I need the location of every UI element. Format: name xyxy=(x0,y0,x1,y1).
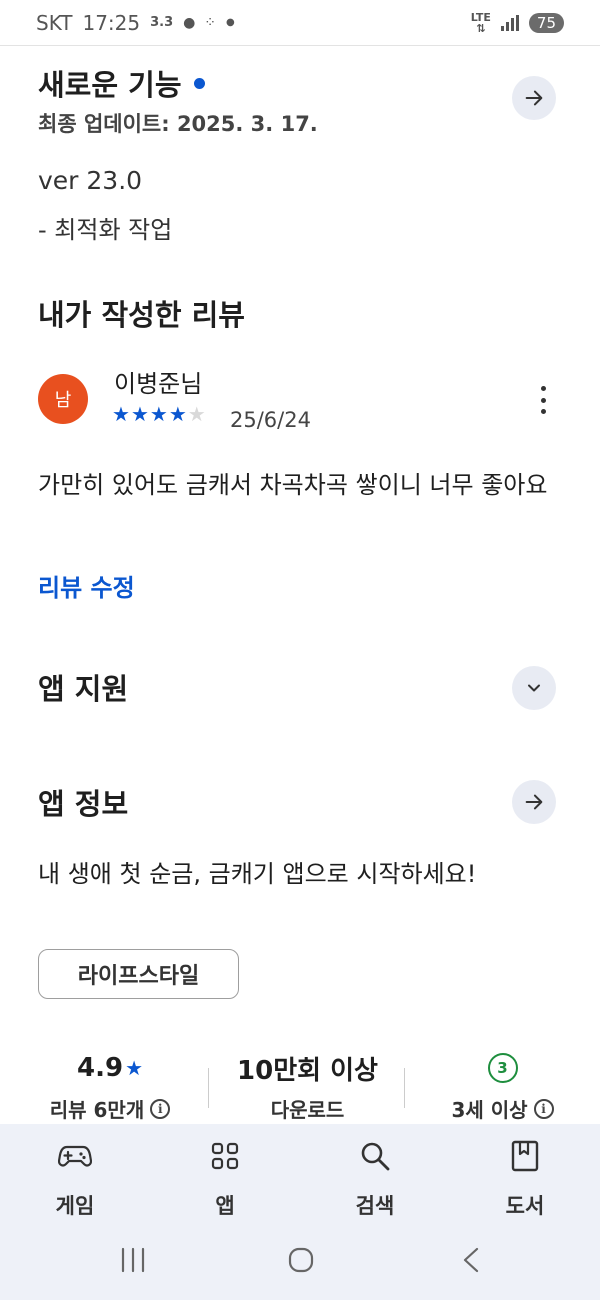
version-note-text: - 최적화 작업 xyxy=(38,216,173,244)
nav-label-apps: 앱 xyxy=(215,1194,235,1218)
carrier-text: SKT xyxy=(36,10,73,35)
nav-label-search: 검색 xyxy=(355,1194,395,1218)
system-nav-bar xyxy=(0,1232,600,1292)
star-filled-icon: ★ xyxy=(168,402,188,426)
nav-item-books[interactable]: 도서 xyxy=(470,1138,580,1220)
nav-item-games[interactable]: 게임 xyxy=(20,1138,130,1220)
category-chip[interactable]: 라이프스타일 xyxy=(38,949,239,999)
signal-icon xyxy=(500,14,519,31)
status-extra-text: 3.3 xyxy=(150,15,174,30)
star-filled-icon: ★ xyxy=(112,402,131,426)
whats-new-arrow-button[interactable] xyxy=(512,76,556,120)
downloads-value: 10만회 이상 xyxy=(237,1055,378,1086)
book-icon xyxy=(511,1140,539,1172)
review-date: 25/6/24 xyxy=(230,408,311,432)
nav-label-books: 도서 xyxy=(505,1194,545,1218)
status-left: SKT 17:25 3.3 ● ⁘ ● xyxy=(36,11,235,35)
clock-text: 17:25 xyxy=(82,10,141,35)
search-icon xyxy=(361,1142,390,1171)
star-filled-icon: ★ xyxy=(149,402,169,426)
recent-apps-icon xyxy=(121,1247,145,1273)
back-icon xyxy=(463,1247,479,1273)
reviewer-name: 이병준님 xyxy=(114,370,203,398)
age-badge-icon: 3 xyxy=(487,1053,518,1083)
info-icon[interactable]: i xyxy=(150,1098,171,1119)
age-rating-stat[interactable]: 3 3세 이상 i xyxy=(420,1050,585,1123)
back-button[interactable] xyxy=(458,1246,484,1278)
home-icon xyxy=(288,1247,314,1273)
gamepad-icon xyxy=(58,1145,92,1167)
bottom-nav: 게임 앱 검색 도서 xyxy=(0,1124,600,1300)
rating-stat[interactable]: 4.9 ★ 리뷰 6만개 i xyxy=(30,1050,190,1123)
stat-divider xyxy=(208,1068,209,1108)
notification-dot-icon: ● xyxy=(226,17,235,28)
nav-label-games: 게임 xyxy=(55,1194,95,1218)
whats-new-title: 새로운 기능 xyxy=(38,62,205,104)
rating-label: 리뷰 6만개 xyxy=(49,1098,145,1122)
my-review-title: 내가 작성한 리뷰 xyxy=(38,298,245,332)
app-support-title: 앱 지원 xyxy=(38,672,129,706)
home-button[interactable] xyxy=(287,1246,315,1278)
version-text: ver 23.0 xyxy=(38,166,143,195)
notification-icons: ● ⁘ xyxy=(183,14,217,31)
age-label: 3세 이상 xyxy=(451,1098,528,1122)
star-empty-icon: ★ xyxy=(187,402,207,426)
review-text: 가만히 있어도 금캐서 차곡차곡 쌓이니 너무 좋아요 xyxy=(38,471,548,499)
review-more-menu-icon[interactable] xyxy=(530,382,556,418)
info-icon[interactable]: i xyxy=(533,1098,554,1119)
nav-item-apps[interactable]: 앱 xyxy=(170,1138,280,1220)
arrow-right-icon xyxy=(525,794,543,810)
downloads-label: 다운로드 xyxy=(270,1098,345,1122)
downloads-stat: 10만회 이상 다운로드 xyxy=(215,1050,400,1123)
edit-review-link[interactable]: 리뷰 수정 xyxy=(38,568,135,603)
rating-value: 4.9 xyxy=(77,1053,124,1083)
status-right: LTE ⇅ 75 xyxy=(471,12,564,34)
app-info-arrow-button[interactable] xyxy=(512,780,556,824)
arrow-right-icon xyxy=(525,90,543,106)
stat-divider xyxy=(404,1068,405,1108)
app-description: 내 생애 첫 순금, 금캐기 앱으로 시작하세요! xyxy=(38,860,477,888)
app-support-expand-button[interactable] xyxy=(512,666,556,710)
status-bar: SKT 17:25 3.3 ● ⁘ ● LTE ⇅ 75 xyxy=(0,0,600,46)
app-info-title: 앱 정보 xyxy=(38,787,129,821)
review-stars: ★★★★★ xyxy=(112,402,207,426)
last-updated-text: 최종 업데이트: 2025. 3. 17. xyxy=(38,112,318,136)
apps-grid-icon xyxy=(211,1142,239,1170)
avatar: 남 xyxy=(38,374,88,424)
star-filled-icon: ★ xyxy=(130,402,150,426)
star-icon: ★ xyxy=(125,1056,143,1080)
whats-new-title-text: 새로운 기능 xyxy=(38,68,182,102)
recent-apps-button[interactable] xyxy=(118,1246,148,1278)
new-indicator-dot xyxy=(193,77,205,89)
lte-icon: LTE ⇅ xyxy=(470,10,491,35)
chevron-down-icon xyxy=(528,684,540,692)
nav-item-search[interactable]: 검색 xyxy=(320,1138,430,1220)
battery-icon: 75 xyxy=(528,12,564,33)
